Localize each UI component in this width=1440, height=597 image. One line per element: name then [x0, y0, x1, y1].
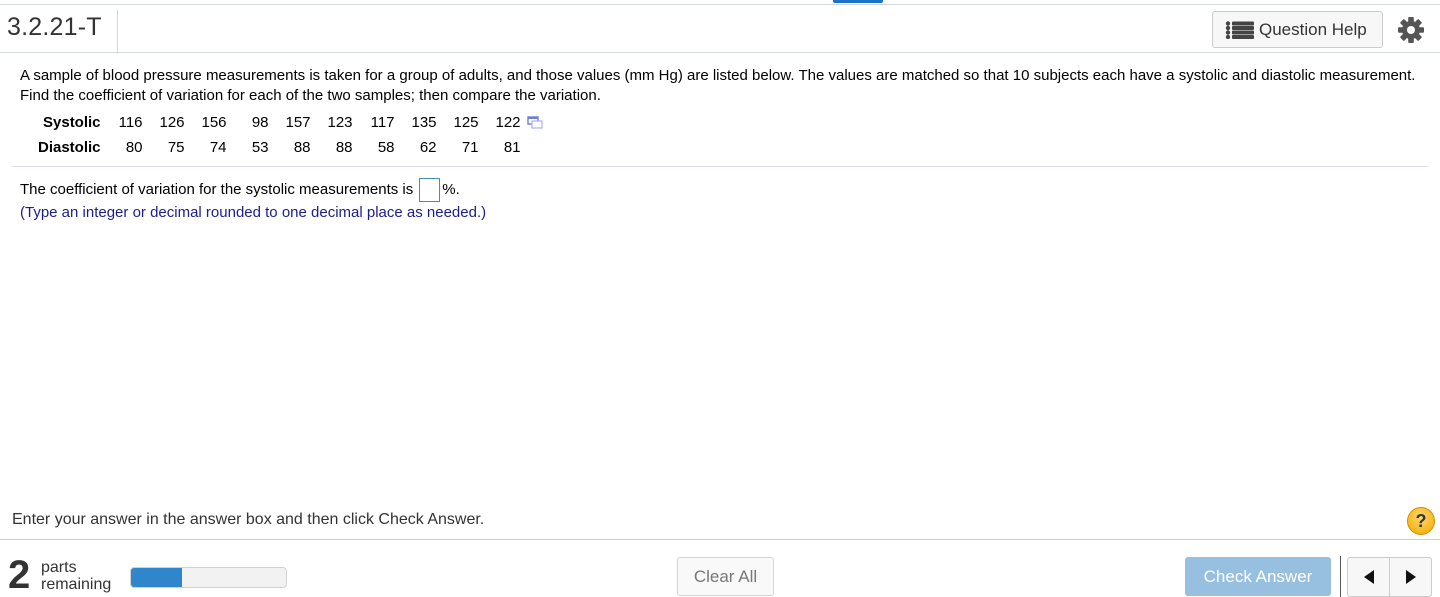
table-cell: 125 [453, 114, 479, 131]
table-cell: 126 [159, 114, 185, 131]
footer-divider [0, 539, 1440, 540]
table-cell: 74 [209, 139, 227, 156]
percent-suffix: %. [442, 181, 460, 198]
header-divider [117, 10, 118, 54]
cv-systolic-answer-input[interactable] [419, 178, 441, 202]
prompt-text: The coefficient of variation for the sys… [20, 181, 414, 198]
parts-remaining-label: parts remaining [41, 559, 111, 593]
triangle-left-icon [1363, 570, 1374, 584]
copy-data-icon[interactable] [526, 116, 543, 130]
help-icon[interactable]: ? [1407, 507, 1435, 535]
table-cell: 53 [251, 139, 269, 156]
nav-divider [1340, 556, 1341, 597]
active-tab-indicator [833, 0, 883, 3]
section-divider [12, 166, 1428, 167]
table-cell: 98 [251, 114, 269, 131]
progress-fill [131, 568, 183, 587]
help-symbol: ? [1415, 510, 1427, 531]
triangle-right-icon [1405, 570, 1416, 584]
copy-cell [521, 110, 543, 135]
list-icon [1225, 20, 1254, 39]
question-navigation [1347, 557, 1432, 597]
clear-all-button[interactable]: Clear All [677, 557, 774, 596]
table-cell: 122 [495, 114, 521, 131]
row-label: Diastolic [38, 139, 101, 156]
next-question-button[interactable] [1389, 558, 1431, 596]
answer-hint: (Type an integer or decimal rounded to o… [20, 204, 487, 221]
table-cell: 117 [370, 114, 395, 131]
table-cell: 116 [118, 114, 143, 131]
parts-label-line1: parts [41, 559, 77, 576]
gear-icon[interactable] [1397, 16, 1425, 44]
table-cell: 58 [377, 139, 395, 156]
table-row-systolic: Systolic 116 126 156 98 157 123 117 135 … [38, 110, 543, 135]
table-cell: 75 [167, 139, 185, 156]
table-cell: 81 [503, 139, 521, 156]
table-cell: 157 [285, 114, 311, 131]
table-cell: 156 [201, 114, 227, 131]
table-cell: 62 [419, 139, 437, 156]
parts-label-line2: remaining [41, 576, 112, 593]
previous-question-button[interactable] [1348, 558, 1389, 596]
question-text: A sample of blood pressure measurements … [20, 67, 1416, 104]
question-help-button[interactable]: Question Help [1212, 11, 1383, 48]
table-row-diastolic: Diastolic 80 75 74 53 88 88 58 62 71 81 [38, 135, 543, 160]
check-answer-button[interactable]: Check Answer [1185, 557, 1331, 596]
question-header: 3.2.21-T Question Help [0, 4, 1440, 54]
blood-pressure-table: Systolic 116 126 156 98 157 123 117 135 … [38, 110, 543, 160]
table-cell: 88 [335, 139, 353, 156]
question-id: 3.2.21-T [7, 13, 102, 41]
table-cell: 71 [461, 139, 479, 156]
answer-prompt: The coefficient of variation for the sys… [20, 178, 460, 202]
parts-progress-bar [130, 567, 287, 588]
question-help-label: Question Help [1259, 19, 1367, 39]
table-cell: 135 [411, 114, 437, 131]
table-cell: 80 [125, 139, 143, 156]
table-cell: 123 [327, 114, 353, 131]
row-label: Systolic [43, 114, 101, 131]
parts-remaining-count: 2 [8, 553, 31, 597]
table-cell: 88 [293, 139, 311, 156]
instruction-text: Enter your answer in the answer box and … [12, 511, 485, 528]
